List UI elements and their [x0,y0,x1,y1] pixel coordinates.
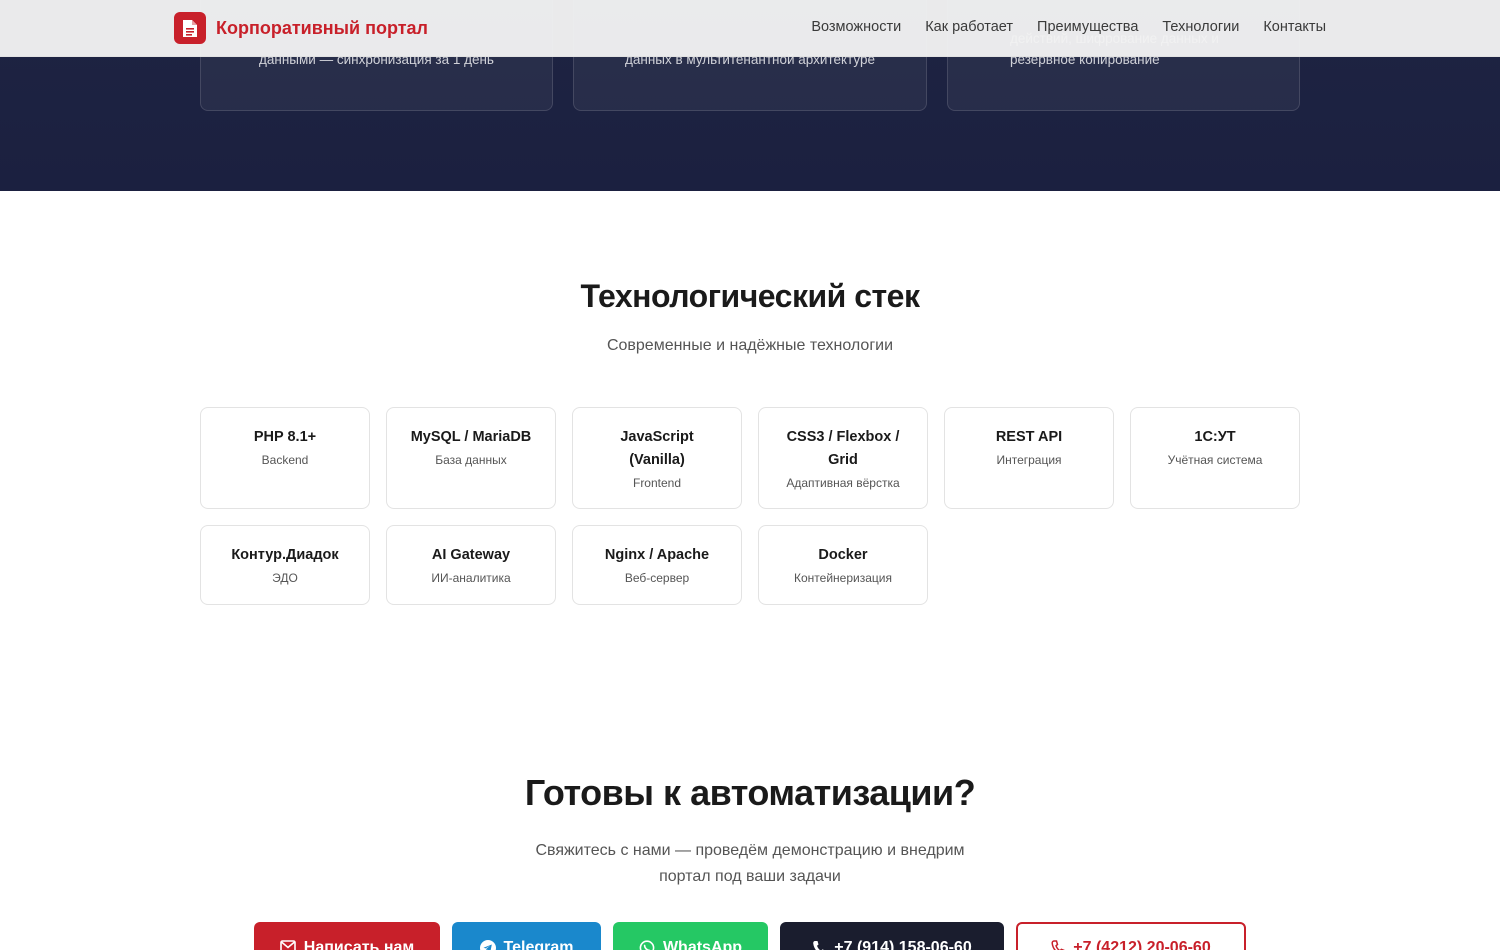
write-us-label: Написать нам [303,939,415,950]
tech-desc: Адаптивная вёрстка [786,476,900,490]
tech-name: 1С:УТ [1194,429,1236,445]
site-header: Корпоративный портал Возможности Как раб… [0,0,1500,57]
tech-desc: База данных [435,453,507,467]
mail-icon [279,940,296,950]
tech-desc: Веб-сервер [624,571,690,585]
tech-desc: Интеграция [996,453,1062,467]
whatsapp-icon [639,940,655,950]
cta-title: Готовы к автоматизации? [524,772,976,813]
tech-card: Nginx / Apache Веб-сервер [572,525,742,605]
tech-desc: Контейнеризация [794,571,892,585]
tech-desc: Учётная система [1167,453,1263,467]
phone-mobile-button[interactable]: +7 (914) 158-06-60 [780,922,1004,950]
nav-link-advantages[interactable]: Преимущества [1037,19,1138,35]
tech-card: Docker Контейнеризация [758,525,928,605]
tech-name: MySQL / MariaDB [410,429,532,445]
whatsapp-button[interactable]: WhatsApp [613,922,768,950]
tech-name: PHP 8.1+ [253,429,317,445]
tech-card: AI Gateway ИИ-аналитика [386,525,556,605]
tech-desc: ИИ-аналитика [431,571,511,585]
phone-icon [813,941,825,950]
main-nav: Возможности Как работает Преимущества Те… [811,19,1326,35]
whatsapp-label: WhatsApp [662,939,743,950]
telegram-button[interactable]: Telegram [452,922,601,950]
tech-card: Контур.Диадок ЭДО [200,525,370,605]
telegram-label: Telegram [503,939,574,950]
tech-card: PHP 8.1+ Backend [200,407,370,509]
phone-office-label: +7 (4212) 20-06-60 [1073,939,1211,950]
nav-link-technologies[interactable]: Технологии [1162,19,1239,35]
tech-name: Docker [818,547,868,563]
tech-name: AI Gateway [431,547,511,563]
tech-desc: ЭДО [272,571,298,585]
cta-text: Свяжитесь с нами — проведём демонстрацию… [535,842,965,885]
tech-card: JavaScript (Vanilla) Frontend [572,407,742,509]
tech-card: CSS3 / Flexbox / Grid Адаптивная вёрстка [758,407,928,509]
tech-card: MySQL / MariaDB База данных [386,407,556,509]
nav-link-contacts[interactable]: Контакты [1263,19,1326,35]
tech-name: REST API [995,429,1063,445]
tech-section-subtitle: Современные и надёжные технологии [606,337,894,354]
nav-link-how-it-works[interactable]: Как работает [925,19,1013,35]
tech-name: CSS3 / Flexbox / Grid [786,429,900,468]
write-us-button[interactable]: Написать нам [254,922,440,950]
document-icon [174,12,206,44]
tech-card: 1С:УТ Учётная система [1130,407,1300,509]
tech-desc: Backend [261,453,309,467]
logo[interactable]: Корпоративный портал [174,12,428,44]
phone-icon [1051,940,1066,950]
logo-text: Корпоративный портал [216,17,428,38]
phone-office-button[interactable]: +7 (4212) 20-06-60 [1016,922,1246,950]
tech-name: Контур.Диадок [231,547,339,563]
nav-link-features[interactable]: Возможности [811,19,901,35]
tech-card: REST API Интеграция [944,407,1114,509]
telegram-icon [479,940,496,950]
tech-desc: Frontend [632,476,682,490]
phone-mobile-label: +7 (914) 158-06-60 [834,939,972,950]
tech-name: Nginx / Apache [604,547,710,563]
tech-section-title: Технологический стек [580,278,920,314]
tech-name: JavaScript (Vanilla) [620,429,694,468]
